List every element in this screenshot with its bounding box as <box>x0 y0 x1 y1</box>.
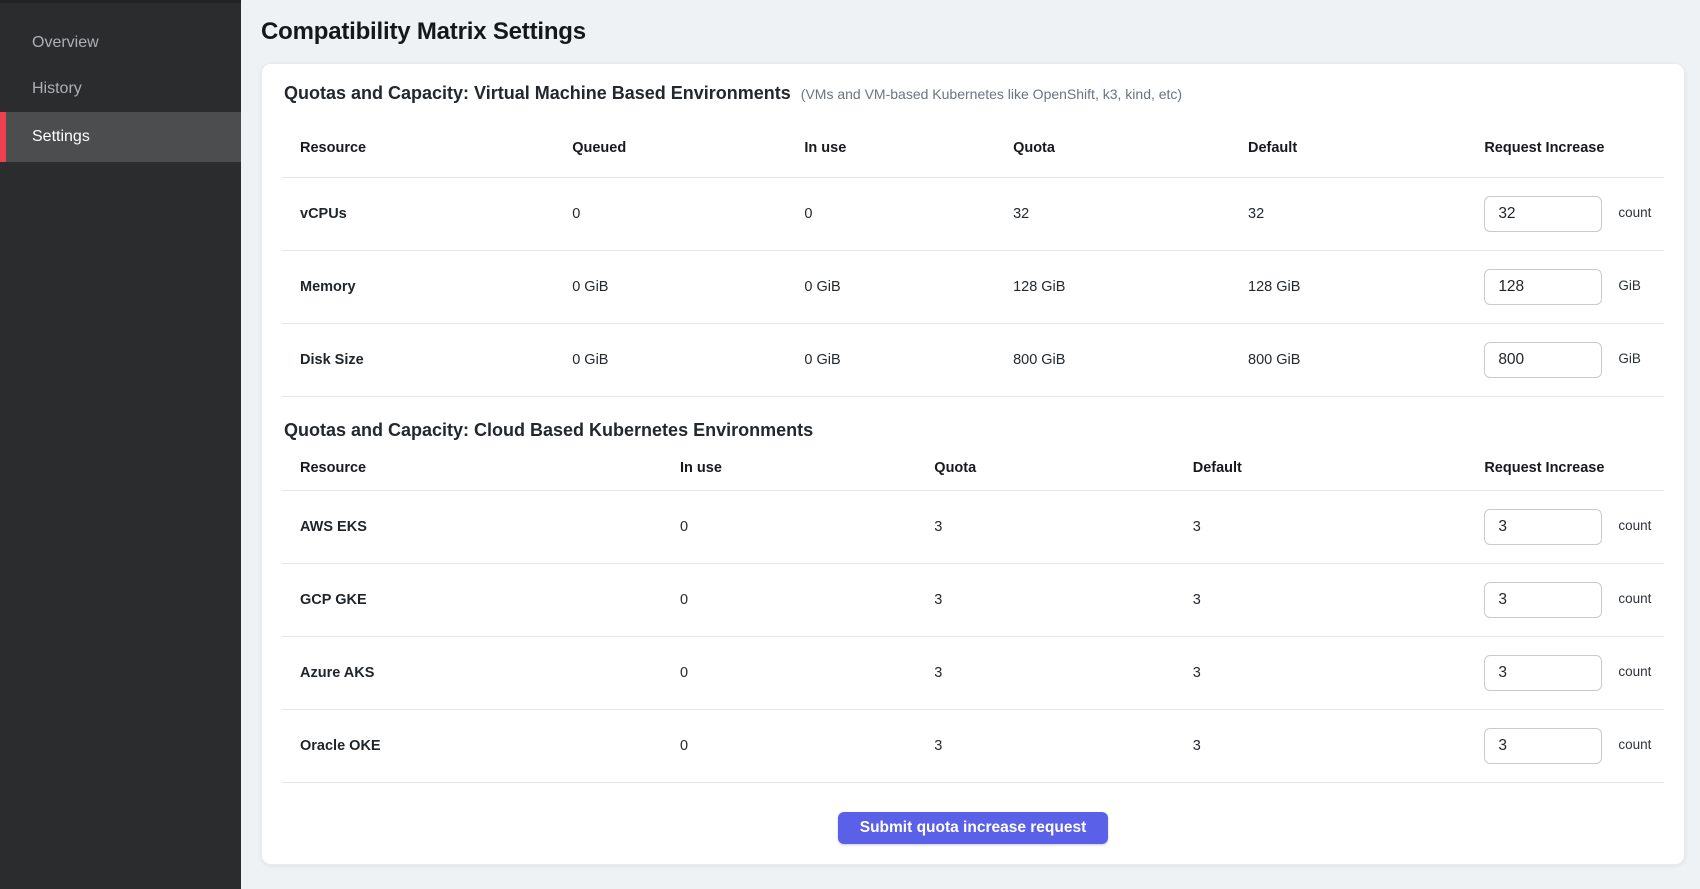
sidebar-item-history[interactable]: History <box>0 66 241 112</box>
cloud-quota-table: ResourceIn useQuotaDefaultRequest Increa… <box>282 443 1664 783</box>
section-heading-vm: Quotas and Capacity: Virtual Machine Bas… <box>282 80 1664 106</box>
settings-card: Quotas and Capacity: Virtual Machine Bas… <box>261 63 1685 865</box>
vm-quota-table: ResourceQueuedIn useQuotaDefaultRequest … <box>282 106 1664 397</box>
cell-default: 800 GiB <box>1248 352 1484 368</box>
cell-quota: 3 <box>934 738 1192 754</box>
sidebar-item-overview[interactable]: Overview <box>0 20 241 66</box>
request-increase-cell: GiB <box>1484 269 1664 305</box>
unit-label: count <box>1618 664 1651 679</box>
section-title: Quotas and Capacity: Cloud Based Kuberne… <box>284 417 813 443</box>
resource-name: Oracle OKE <box>282 738 680 754</box>
table-row: Disk Size0 GiB0 GiB800 GiB800 GiBGiB <box>282 324 1664 397</box>
section-note: (VMs and VM-based Kubernetes like OpenSh… <box>801 86 1182 102</box>
cell-in-use: 0 <box>680 592 934 608</box>
table-header-row: ResourceIn useQuotaDefaultRequest Increa… <box>282 443 1664 491</box>
request-increase-cell: count <box>1484 582 1664 618</box>
cell-in-use: 0 <box>680 519 934 535</box>
column-header-resource: Resource <box>282 140 572 156</box>
sidebar: Overview History Settings <box>0 0 241 889</box>
request-increase-cell: count <box>1484 509 1664 545</box>
request-increase-cell: GiB <box>1484 342 1664 378</box>
card-footer: Submit quota increase request <box>282 783 1664 844</box>
table-row: GCP GKE033count <box>282 564 1664 637</box>
column-header-request-increase: Request Increase <box>1484 460 1664 476</box>
page-title: Compatibility Matrix Settings <box>261 18 1685 46</box>
column-header-in-use: In use <box>680 460 934 476</box>
request-increase-input[interactable] <box>1484 582 1602 618</box>
column-header-quota: Quota <box>1013 140 1248 156</box>
cell-default: 3 <box>1193 592 1485 608</box>
table-header-row: ResourceQueuedIn useQuotaDefaultRequest … <box>282 106 1664 178</box>
column-header-quota: Quota <box>934 460 1192 476</box>
request-increase-input[interactable] <box>1484 655 1602 691</box>
cell-queued: 0 GiB <box>572 279 804 295</box>
resource-name: Disk Size <box>282 352 572 368</box>
request-increase-input[interactable] <box>1484 269 1602 305</box>
resource-name: AWS EKS <box>282 519 680 535</box>
submit-quota-increase-button[interactable]: Submit quota increase request <box>838 812 1109 844</box>
table-row: Oracle OKE033count <box>282 710 1664 783</box>
table-row: AWS EKS033count <box>282 491 1664 564</box>
unit-label: count <box>1618 518 1651 533</box>
table-row: Memory0 GiB0 GiB128 GiB128 GiBGiB <box>282 251 1664 324</box>
cell-in-use: 0 <box>804 206 1013 222</box>
request-increase-input[interactable] <box>1484 728 1602 764</box>
cell-in-use: 0 GiB <box>804 352 1013 368</box>
cell-queued: 0 <box>572 206 804 222</box>
column-header-resource: Resource <box>282 460 680 476</box>
table-body: vCPUs003232countMemory0 GiB0 GiB128 GiB1… <box>282 178 1664 397</box>
app-window: Overview History Settings Compatibility … <box>0 0 1700 889</box>
request-increase-input[interactable] <box>1484 509 1602 545</box>
unit-label: GiB <box>1618 351 1641 366</box>
resource-name: GCP GKE <box>282 592 680 608</box>
request-increase-input[interactable] <box>1484 196 1602 232</box>
cell-quota: 32 <box>1013 206 1248 222</box>
cell-default: 3 <box>1193 519 1485 535</box>
cell-quota: 3 <box>934 665 1192 681</box>
resource-name: Azure AKS <box>282 665 680 681</box>
table-row: vCPUs003232count <box>282 178 1664 251</box>
column-header-request-increase: Request Increase <box>1484 140 1664 156</box>
unit-label: count <box>1618 737 1651 752</box>
section-title: Quotas and Capacity: Virtual Machine Bas… <box>284 80 791 106</box>
cell-default: 3 <box>1193 738 1485 754</box>
section-heading-cloud: Quotas and Capacity: Cloud Based Kuberne… <box>282 417 1664 443</box>
request-increase-input[interactable] <box>1484 342 1602 378</box>
active-indicator <box>0 112 6 162</box>
cell-default: 3 <box>1193 665 1485 681</box>
unit-label: GiB <box>1618 278 1641 293</box>
unit-label: count <box>1618 205 1651 220</box>
sidebar-item-label: History <box>32 80 82 98</box>
resource-name: Memory <box>282 279 572 295</box>
table-row: Azure AKS033count <box>282 637 1664 710</box>
cell-default: 32 <box>1248 206 1484 222</box>
resource-name: vCPUs <box>282 206 572 222</box>
column-header-default: Default <box>1193 460 1485 476</box>
cell-quota: 3 <box>934 519 1192 535</box>
sidebar-item-label: Overview <box>32 34 99 52</box>
sidebar-item-settings[interactable]: Settings <box>0 112 241 162</box>
table-body: AWS EKS033countGCP GKE033countAzure AKS0… <box>282 491 1664 783</box>
request-increase-cell: count <box>1484 728 1664 764</box>
column-header-default: Default <box>1248 140 1484 156</box>
cell-quota: 3 <box>934 592 1192 608</box>
cell-in-use: 0 GiB <box>804 279 1013 295</box>
column-header-queued: Queued <box>572 140 804 156</box>
main-content: Compatibility Matrix Settings Quotas and… <box>241 0 1700 889</box>
sidebar-item-label: Settings <box>32 128 90 146</box>
cell-in-use: 0 <box>680 738 934 754</box>
request-increase-cell: count <box>1484 196 1664 232</box>
request-increase-cell: count <box>1484 655 1664 691</box>
column-header-in-use: In use <box>804 140 1013 156</box>
cell-default: 128 GiB <box>1248 279 1484 295</box>
cell-queued: 0 GiB <box>572 352 804 368</box>
cell-in-use: 0 <box>680 665 934 681</box>
unit-label: count <box>1618 591 1651 606</box>
cell-quota: 800 GiB <box>1013 352 1248 368</box>
cell-quota: 128 GiB <box>1013 279 1248 295</box>
